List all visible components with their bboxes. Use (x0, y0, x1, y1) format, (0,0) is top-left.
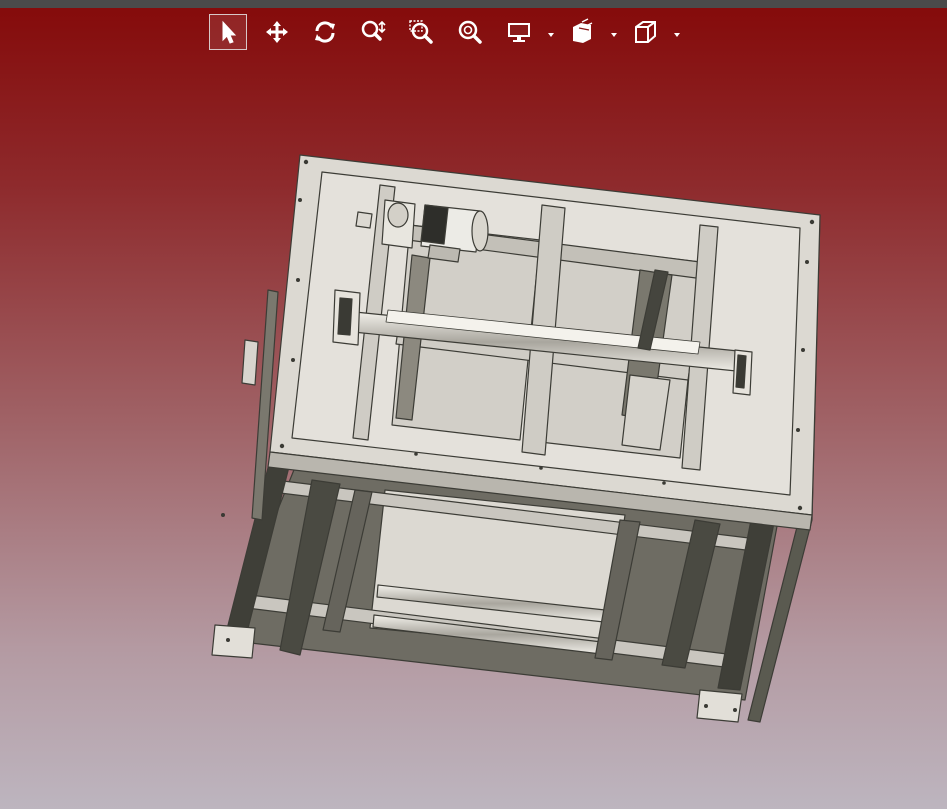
zoom-window-tool-button[interactable] (402, 14, 440, 50)
foot-plate-left (211, 624, 256, 659)
cube-view-icon (635, 21, 656, 43)
motor-fan-cover (420, 204, 449, 245)
viewer-toolbar (0, 8, 947, 54)
select-arrow-icon (222, 20, 237, 44)
standard-views-button[interactable] (626, 14, 664, 50)
zoom-window-icon (409, 20, 433, 44)
foot-plate-right (696, 689, 743, 723)
handwheel-hub (355, 211, 373, 229)
bearing-left-inner (337, 297, 353, 336)
section-view-chevron-down-icon[interactable] (610, 32, 618, 38)
section-view-icon (573, 18, 593, 43)
display-mode-chevron-down-icon[interactable] (547, 32, 555, 38)
zoom-icon (361, 20, 386, 41)
zoom-tool-button[interactable] (354, 14, 392, 50)
cad-model-machine-frame[interactable] (0, 0, 947, 809)
pan-tool-button[interactable] (258, 14, 296, 50)
standard-views-chevron-down-icon[interactable] (673, 32, 681, 38)
motor-endcap (471, 210, 489, 252)
rotate-icon (315, 21, 335, 43)
zoom-fit-tool-button[interactable] (451, 14, 489, 50)
display-mode-button[interactable] (500, 14, 538, 50)
section-view-button[interactable] (563, 14, 601, 50)
rotate-tool-button[interactable] (306, 14, 344, 50)
select-tool-button[interactable] (209, 14, 247, 50)
pan-move-icon (266, 21, 288, 43)
bearing-right-inner (735, 354, 747, 389)
zoom-fit-icon (458, 20, 482, 44)
side-bracket-1 (241, 339, 259, 386)
monitor-icon (508, 23, 530, 42)
gearbox-flange (387, 202, 409, 228)
